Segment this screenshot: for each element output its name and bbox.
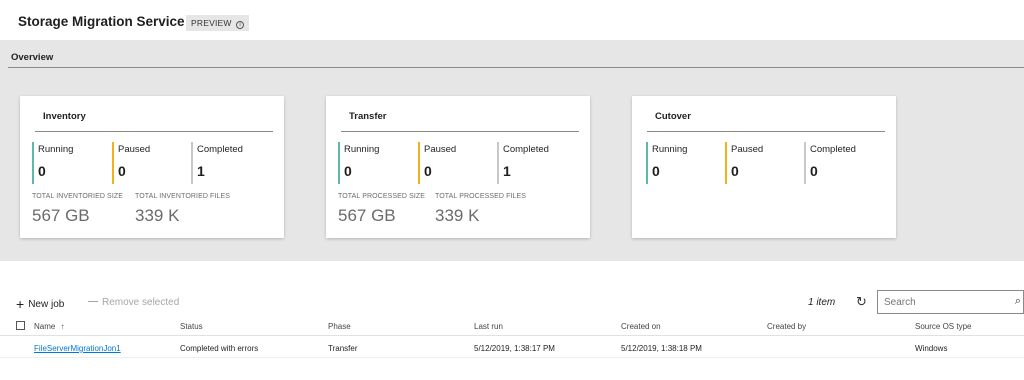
status-bar [646,142,648,184]
status-bar [497,142,499,184]
size-label: TOTAL PROCESSED SIZE [338,193,426,200]
stat-running: Running 0 [646,142,687,184]
app-header: Storage Migration Service PREVIEW i [0,0,1024,40]
new-job-label: New job [28,299,65,310]
search-icon[interactable]: ⌕ [1015,295,1021,308]
stat-label: Completed [503,144,549,155]
stat-label: Paused [731,144,764,155]
cutover-card: Cutover Running 0 Paused 0 Completed 0 [632,96,896,238]
stat-completed: Completed 1 [497,142,549,184]
column-header-phase[interactable]: Phase [328,322,351,331]
stat-value: 1 [197,163,205,179]
divider [341,131,579,132]
status-cell: Completed with errors [180,344,259,353]
overview-panel: Overview Inventory Running 0 Paused 0 Co… [0,40,1024,261]
stat-label: Completed [810,144,856,155]
stat-label: Running [344,144,380,155]
divider [8,67,1024,68]
stat-completed: Completed 0 [804,142,856,184]
status-bar [338,142,340,184]
files-value: 339 K [435,206,480,225]
refresh-icon[interactable]: ↻ [856,295,870,309]
divider [35,131,273,132]
select-all-checkbox[interactable] [16,321,25,330]
status-bar [418,142,420,184]
stat-value: 0 [38,163,46,179]
stat-paused: Paused 0 [418,142,456,184]
stat-label: Running [38,144,74,155]
search-input[interactable] [878,291,998,313]
last-run-cell: 5/12/2019, 1:38:17 PM [474,344,555,353]
inventory-card: Inventory Running 0 Paused 0 Completed 1… [20,96,284,238]
size-value: 567 GB [338,206,396,225]
card-title: Transfer [349,111,387,122]
table-row[interactable]: FileServerMigrationJon1 Completed with e… [0,338,1024,358]
files-label: TOTAL INVENTORIED FILES [135,193,231,200]
stat-label: Paused [118,144,151,155]
stat-completed: Completed 1 [191,142,243,184]
card-title: Inventory [43,111,86,122]
stat-paused: Paused 0 [112,142,150,184]
files-label: TOTAL PROCESSED FILES [435,193,527,200]
item-count: 1 item [808,297,836,308]
divider [647,131,885,132]
status-bar [191,142,193,184]
info-icon[interactable]: i [236,21,245,29]
preview-badge[interactable]: PREVIEW i [186,15,250,31]
created-on-cell: 5/12/2019, 1:38:18 PM [621,344,702,353]
stat-value: 0 [731,163,739,179]
job-name-link[interactable]: FileServerMigrationJon1 [34,344,121,353]
total-files: TOTAL INVENTORIED FILES 339 K [135,193,230,226]
column-header-status[interactable]: Status [180,322,203,331]
sort-ascending-icon: ↑ [60,322,65,331]
source-os-type-cell: Windows [915,344,948,353]
overview-title: Overview [11,52,54,63]
app-title: Storage Migration Service [18,14,185,29]
total-size: TOTAL INVENTORIED SIZE 567 GB [32,193,123,226]
stat-label: Completed [197,144,243,155]
files-value: 339 K [135,206,180,225]
stat-label: Paused [424,144,457,155]
column-header-created-on[interactable]: Created on [621,322,661,331]
size-value: 567 GB [32,206,90,225]
minus-icon [88,301,98,302]
phase-cell: Transfer [328,344,358,353]
total-size: TOTAL PROCESSED SIZE 567 GB [338,193,425,226]
stat-running: Running 0 [32,142,73,184]
column-header-created-by[interactable]: Created by [767,322,806,331]
card-title: Cutover [655,111,691,122]
total-files: TOTAL PROCESSED FILES 339 K [435,193,526,226]
column-header-name[interactable]: Name ↑ [34,322,65,331]
table-header: Name ↑ Status Phase Last run Created on … [0,318,1024,336]
transfer-card: Transfer Running 0 Paused 0 Completed 1 … [326,96,590,238]
jobs-toolbar: +New job Remove selected 1 item ↻ ⌕ [0,288,1024,318]
new-job-button[interactable]: + New job [16,296,64,312]
remove-selected-label: Remove selected [102,297,180,308]
stat-value: 0 [424,163,432,179]
plus-icon: + [16,296,25,312]
stat-value: 1 [503,163,511,179]
stat-running: Running 0 [338,142,379,184]
stat-label: Running [652,144,688,155]
stat-value: 0 [344,163,352,179]
size-label: TOTAL INVENTORIED SIZE [32,193,124,200]
status-bar [804,142,806,184]
stat-value: 0 [118,163,126,179]
stat-value: 0 [810,163,818,179]
stat-paused: Paused 0 [725,142,763,184]
column-header-last-run[interactable]: Last run [474,322,503,331]
remove-selected-button[interactable]: Remove selected [88,297,179,308]
status-bar [112,142,114,184]
preview-badge-label: PREVIEW [191,18,232,28]
column-label: Name [34,322,56,331]
column-header-source-os-type[interactable]: Source OS type [915,322,971,331]
stat-value: 0 [652,163,660,179]
status-bar [32,142,34,184]
status-bar [725,142,727,184]
search-box[interactable]: ⌕ [877,290,1024,314]
